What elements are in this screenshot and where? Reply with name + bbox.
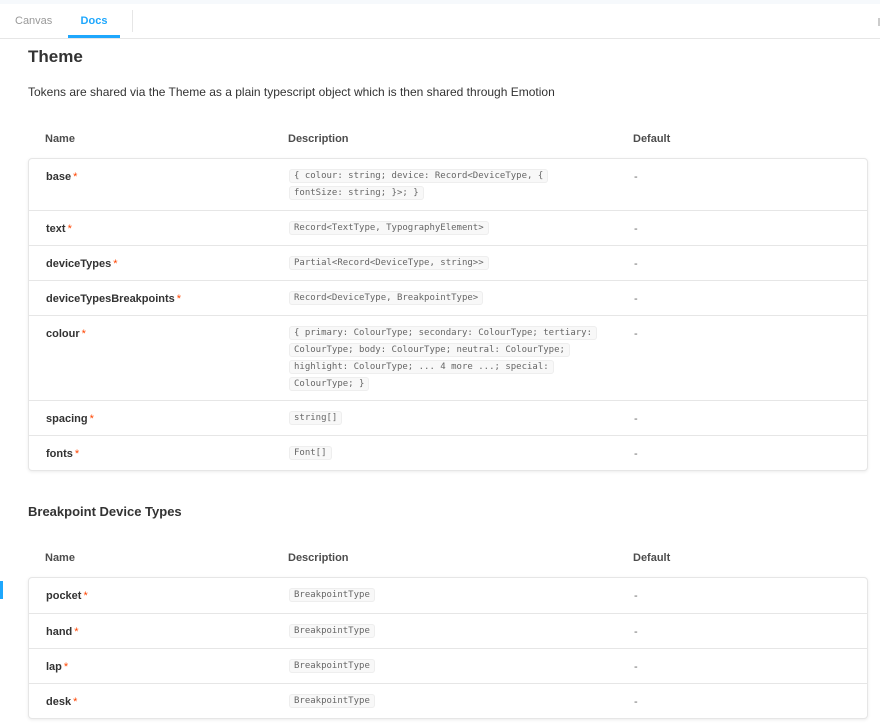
table-row: base * { colour: string; device: Record<D…	[29, 159, 867, 210]
prop-name: desk *	[46, 696, 78, 708]
prop-name: spacing *	[46, 413, 94, 425]
prop-type: { primary: ColourType; secondary: Colour…	[289, 325, 598, 393]
prop-name: hand *	[46, 626, 79, 638]
prop-type: { colour: string; device: Record<DeviceT…	[289, 168, 594, 202]
table-row: text * Record<TextType, TypographyElement…	[29, 210, 867, 245]
required-marker: *	[74, 626, 79, 638]
active-sidebar-indicator	[0, 581, 3, 599]
required-marker: *	[73, 696, 78, 708]
table-row: deviceTypes * Partial<Record<DeviceType, …	[29, 245, 867, 280]
prop-default: -	[634, 258, 638, 270]
props-table-header: Name Description Default	[28, 122, 868, 158]
prop-default: -	[634, 661, 638, 673]
tab-bar: Canvas Docs	[0, 0, 880, 39]
prop-default: -	[634, 223, 638, 235]
tab-docs[interactable]: Docs	[68, 4, 120, 38]
table-row: fonts * Font[] -	[29, 435, 867, 470]
prop-name: pocket *	[46, 590, 88, 602]
props-table-header: Name Description Default	[28, 541, 868, 577]
prop-type: Font[]	[289, 445, 594, 462]
table-row: lap * BreakpointType -	[29, 648, 867, 683]
props-table-body: pocket * BreakpointType - hand * Breakpoin…	[28, 577, 868, 719]
breakpoints-title: Breakpoint Device Types	[28, 504, 182, 519]
prop-default: -	[634, 590, 638, 602]
prop-type: Partial<Record<DeviceType, string>>	[289, 255, 594, 272]
header-name: Name	[45, 552, 75, 564]
prop-default: -	[634, 171, 638, 183]
required-marker: *	[176, 293, 182, 305]
header-default: Default	[633, 552, 671, 564]
prop-type: string[]	[289, 410, 594, 427]
prop-name: deviceTypes *	[46, 258, 118, 270]
required-marker: *	[81, 328, 86, 340]
prop-name: text *	[46, 223, 72, 235]
prop-name: fonts *	[46, 448, 80, 460]
table-row: desk * BreakpointType -	[29, 683, 867, 718]
required-marker: *	[83, 590, 88, 602]
prop-name: base *	[46, 171, 78, 183]
prop-name: deviceTypesBreakpoints *	[46, 293, 182, 305]
docs-content: Theme Tokens are shared via the Theme as…	[0, 39, 880, 728]
prop-default: -	[634, 413, 638, 425]
required-marker: *	[89, 413, 94, 425]
prop-name: lap *	[46, 661, 69, 673]
prop-type: BreakpointType	[289, 623, 594, 640]
required-marker: *	[73, 171, 78, 183]
prop-type: BreakpointType	[289, 658, 594, 675]
theme-description: Tokens are shared via the Theme as a pla…	[28, 85, 555, 99]
table-row: colour * { primary: ColourType; secondary…	[29, 315, 867, 400]
header-description: Description	[288, 133, 349, 145]
prop-default: -	[634, 696, 638, 708]
prop-default: -	[634, 328, 638, 340]
prop-default: -	[634, 448, 638, 460]
breakpoints-props-table: Name Description Default pocket * Breakpo…	[28, 541, 868, 719]
required-marker: *	[63, 661, 69, 673]
prop-type: BreakpointType	[289, 587, 594, 604]
prop-name: colour *	[46, 328, 86, 340]
theme-title: Theme	[28, 47, 83, 66]
tab-divider	[132, 10, 133, 32]
table-row: spacing * string[] -	[29, 400, 867, 435]
prop-type: Record<TextType, TypographyElement>	[289, 220, 594, 237]
required-marker: *	[113, 258, 118, 270]
required-marker: *	[74, 448, 80, 460]
table-row: pocket * BreakpointType -	[29, 578, 867, 613]
tab-canvas[interactable]: Canvas	[3, 4, 64, 38]
prop-default: -	[634, 626, 638, 638]
header-default: Default	[633, 133, 671, 145]
required-marker: *	[67, 223, 72, 235]
header-description: Description	[288, 552, 349, 564]
theme-props-table: Name Description Default base * { colour:…	[28, 122, 868, 471]
table-row: deviceTypesBreakpoints * Record<DeviceTyp…	[29, 280, 867, 315]
prop-default: -	[634, 293, 638, 305]
prop-type: BreakpointType	[289, 693, 594, 710]
header-name: Name	[45, 133, 75, 145]
table-row: hand * BreakpointType -	[29, 613, 867, 648]
prop-type: Record<DeviceType, BreakpointType>	[289, 290, 594, 307]
props-table-body: base * { colour: string; device: Record<D…	[28, 158, 868, 471]
